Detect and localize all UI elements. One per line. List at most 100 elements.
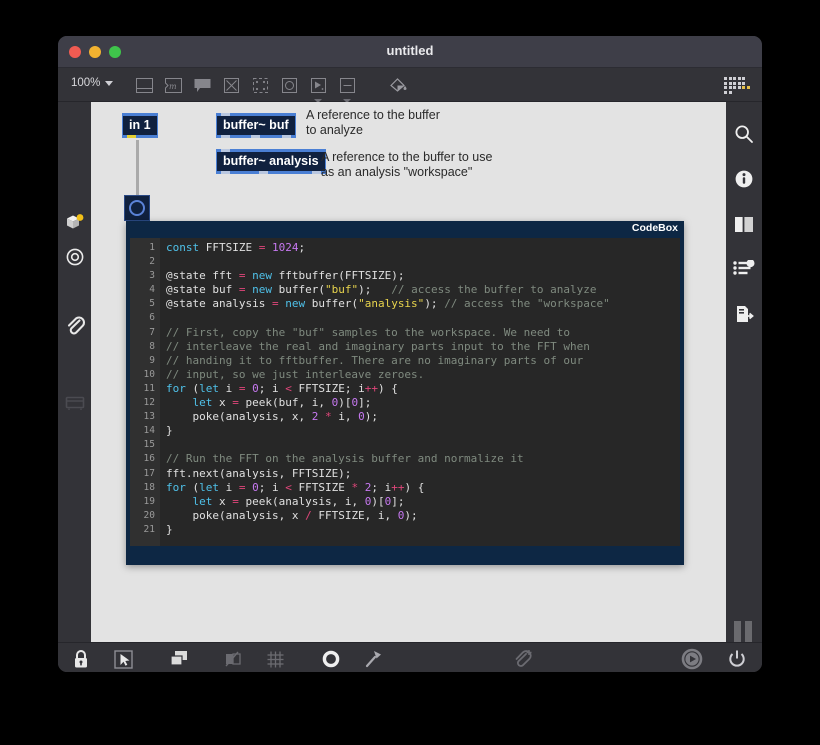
object-buffer-analysis-box[interactable]: buffer~ analysis [216,149,326,174]
code-token: } [166,522,173,536]
hide-on-lock-icon[interactable] [220,646,246,672]
code-line-text[interactable]: let x = peek(buf, i, 0)[0]; [160,396,372,410]
code-line-text[interactable]: let x = peek(analysis, i, 0)[0]; [160,494,405,509]
window-title: untitled [386,43,434,58]
search-icon[interactable] [726,119,762,149]
code-line-text[interactable]: poke(analysis, x, 2 * i, 0); [160,410,377,424]
audio-play-icon[interactable] [679,646,705,672]
code-line-text[interactable]: // handing it to fftbuffer. There are no… [160,354,583,368]
outlet-nub-mid[interactable] [251,135,260,138]
code-token: fft.next(analysis, FFTSIZE); [166,466,352,480]
code-line-text[interactable]: } [160,424,173,438]
code-token: peek(analysis, i, [238,494,365,508]
outlet-nub-mid[interactable] [259,171,268,174]
subpatcher-icon[interactable] [132,73,156,97]
code-token: )[ [371,494,385,508]
add-attachment-icon[interactable] [510,646,536,672]
code-line-text[interactable]: const FFTSIZE = 1024; [160,241,305,255]
code-line-text[interactable]: @state analysis = new buffer("analysis")… [160,297,610,311]
toolbar: 100% m [58,68,762,103]
outlet-nub-right[interactable] [281,135,291,138]
code-line: 19 let x = peek(analysis, i, 0)[0]; [130,495,680,509]
code-token: ++ [391,480,405,494]
code-token: FFTSIZE [291,480,352,494]
code-line-text[interactable]: } [160,523,173,537]
sidebar-snapshot-icon[interactable] [58,242,91,272]
code-line-text[interactable]: poke(analysis, x / FFTSIZE, i, 0); [160,509,417,523]
outlet-nub[interactable] [221,135,230,138]
object-buffer-analysis[interactable]: buffer~ analysis [216,149,326,174]
code-line-text[interactable]: @state fft = new fftbuffer(FFTSIZE); [160,269,404,283]
sidebar-console-icon[interactable] [58,388,91,418]
code-token: ; i [258,480,286,494]
code-token: = [232,494,239,508]
inlet-nub[interactable] [221,149,230,152]
code-token: let [199,480,219,494]
sidebar-attachments-icon[interactable] [58,310,91,340]
object-in-1[interactable]: in 1 [122,113,158,138]
code-line-text[interactable] [160,438,166,452]
distribute-icon[interactable] [318,646,344,672]
code-token: buffer( [271,283,325,297]
codebox-editor[interactable]: 1 const FFTSIZE = 1024; 2 3 @state fft = new… [130,238,680,546]
slider-icon[interactable] [335,73,359,103]
zoom-control[interactable]: 100% [71,77,114,89]
code-line-number: 14 [143,425,155,437]
code-token: ( [185,381,200,395]
code-line-number: 21 [143,523,155,535]
code-line-number: 8 [149,340,155,352]
export-icon[interactable] [726,299,762,329]
sidebar-packages-icon[interactable] [58,207,91,237]
dial-icon[interactable] [277,73,301,97]
code-line-text[interactable]: // First, copy the "buf" samples to the … [160,326,570,340]
outlet-nub-right[interactable] [311,171,321,174]
code-token: ) { [377,381,398,395]
dot-matrix-icon[interactable] [724,77,750,97]
edit-cursor-icon[interactable] [110,646,136,672]
code-line-text[interactable]: fft.next(analysis, FFTSIZE); [160,467,351,481]
codebox-object[interactable]: CodeBox 1 const FFTSIZE = 1024; 2 3 @state f… [126,221,684,565]
code-line-text[interactable]: for (let i = 0; i < FFTSIZE * 2; i++) { [160,481,424,495]
power-icon[interactable] [724,646,750,672]
outlet-nub[interactable] [221,171,230,174]
presentation-icon[interactable] [166,646,192,672]
code-line-text[interactable] [160,311,166,325]
outlet-nub[interactable] [127,135,136,138]
object-bang[interactable] [124,195,150,221]
code-line-text[interactable]: // input, so we just interleave zeroes. [160,368,424,382]
toggle-icon[interactable] [219,73,243,97]
code-token: new [252,269,272,283]
code-token: x [212,494,233,508]
object-buffer-buf-box[interactable]: buffer~ buf [216,113,296,138]
code-line-number: 16 [143,453,155,465]
svg-text:m: m [169,82,177,91]
paint-bucket-icon[interactable] [386,73,410,97]
pin-icon[interactable] [360,646,386,672]
grid-snap-icon[interactable] [262,646,288,672]
code-line-text[interactable]: for (let i = 0; i < FFTSIZE; i++) { [160,382,398,396]
lock-icon[interactable] [68,646,94,672]
info-icon[interactable] [726,164,762,194]
message-box-icon[interactable]: m [161,73,185,97]
code-token: i, [331,410,359,424]
object-buffer-buf[interactable]: buffer~ buf [216,113,296,138]
object-in-1-box[interactable]: in 1 [122,113,158,138]
code-line-text[interactable] [160,255,166,269]
reference-icon[interactable] [726,209,762,239]
comment-buffer-analysis[interactable]: A reference to the buffer to use as an a… [321,150,536,180]
code-line-text[interactable]: @state buf = new buffer("buf"); // acces… [160,283,597,297]
patch-cord[interactable] [136,140,139,195]
code-line-text[interactable]: // interleave the real and imaginary par… [160,340,590,354]
inlet-nub[interactable] [221,113,230,116]
comment-buffer-buf[interactable]: A reference to the buffer to analyze [306,108,506,138]
comment-icon[interactable] [190,73,214,97]
patcher-canvas[interactable]: in 1 buffer~ buf buffer~ analysis A refe… [91,102,726,642]
parameters-icon[interactable] [726,254,762,284]
button-icon[interactable] [248,73,272,97]
code-line-text[interactable]: // Run the FFT on the analysis buffer an… [160,452,524,466]
toolbar-icon-group: m [132,73,410,103]
codebox-code[interactable]: 1 const FFTSIZE = 1024; 2 3 @state fft = new… [130,238,680,546]
screen: untitled 100% m in 1 buffer~ buf buffer~… [0,0,820,745]
playback-icon[interactable] [306,73,330,103]
